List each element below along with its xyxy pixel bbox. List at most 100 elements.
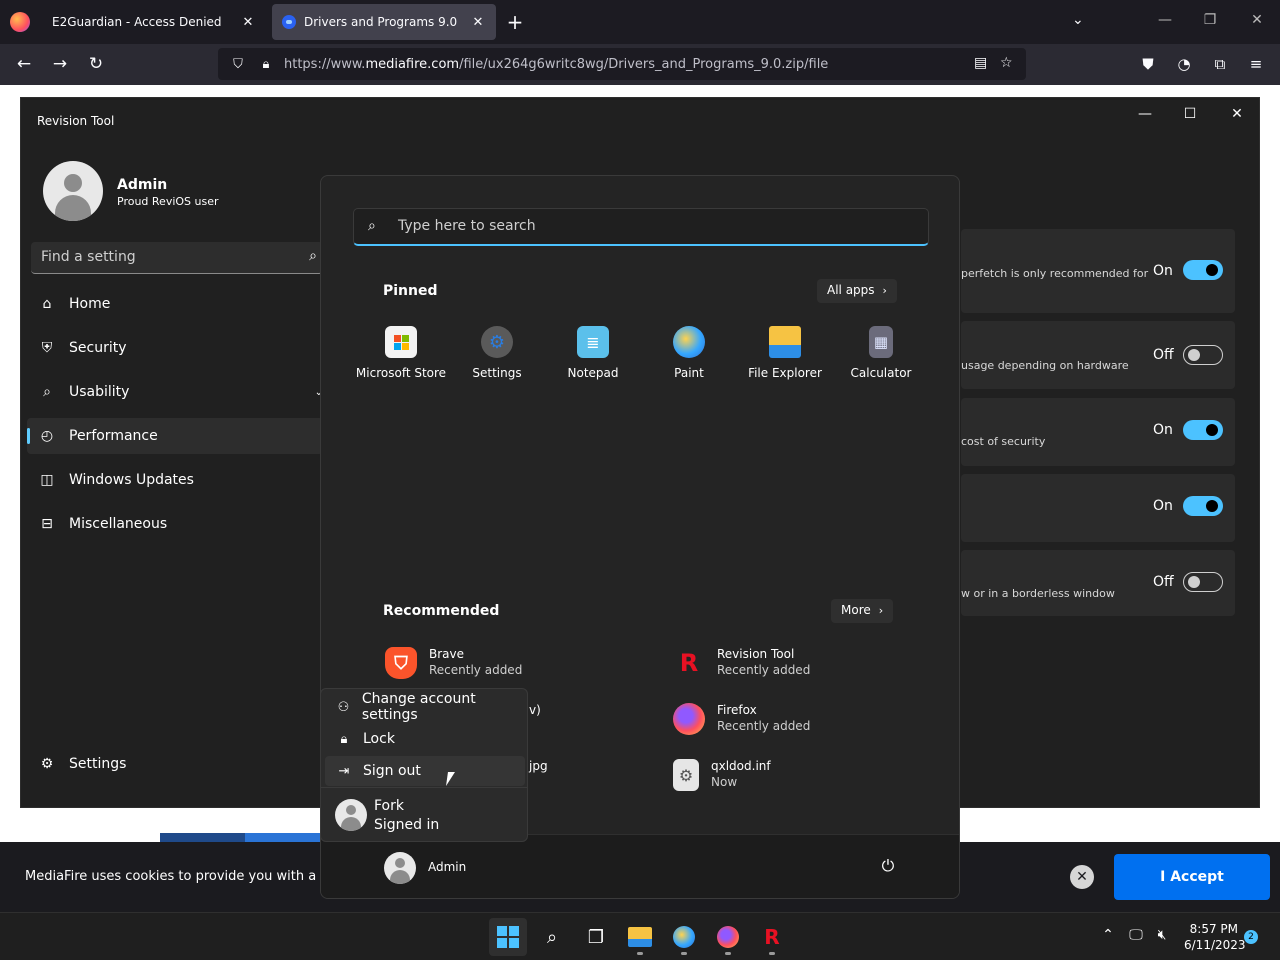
lock-item[interactable]: 🔒︎ Lock: [325, 724, 525, 754]
setting-card: w or in a borderless window Off: [961, 550, 1235, 616]
avatar[interactable]: [335, 799, 367, 831]
setting-toggle[interactable]: [1183, 260, 1223, 280]
minimize-icon[interactable]: —: [1155, 12, 1175, 28]
minimize-icon[interactable]: —: [1135, 106, 1155, 122]
nav-item-windows-updates[interactable]: ◫ Windows Updates: [27, 462, 323, 498]
list-all-tabs-chevron-icon[interactable]: ⌄: [1072, 12, 1084, 28]
pinned-app-microsoft-store[interactable]: Microsoft Store: [353, 326, 449, 380]
recommended-item-firefox[interactable]: Firefox Recently added: [673, 703, 810, 735]
recommended-item-qxldod[interactable]: ⚙ qxldod.inf Now: [673, 759, 771, 791]
pinned-app-notepad[interactable]: ≣ Notepad: [545, 326, 641, 380]
setting-toggle[interactable]: [1183, 420, 1223, 440]
setting-toggle[interactable]: [1183, 572, 1223, 592]
close-icon[interactable]: ✕: [1227, 106, 1247, 122]
start-button[interactable]: [489, 918, 527, 956]
toggle-state-label: On: [1153, 422, 1173, 438]
search-placeholder: Type here to search: [398, 218, 536, 234]
nav-item-home[interactable]: ⌂ Home: [27, 286, 323, 322]
cookie-text: MediaFire uses cookies to provide you wi…: [25, 869, 320, 884]
extensions-icon[interactable]: ⧉: [1210, 55, 1230, 73]
taskbar-revision-tool[interactable]: R: [753, 918, 791, 956]
nav-item-settings[interactable]: ⚙ Settings: [27, 746, 323, 782]
item-sub: Recently added: [429, 663, 523, 677]
start-search-input[interactable]: ⌕ Type here to search: [353, 208, 929, 246]
back-arrow-icon[interactable]: ←: [13, 54, 35, 74]
update-icon: ◫: [40, 472, 54, 488]
tab-drivers-and-programs[interactable]: Drivers and Programs 9.0 ✕: [272, 4, 496, 40]
tab-e2guardian[interactable]: E2Guardian - Access Denied ✕: [42, 4, 266, 40]
brave-icon: ⛉: [385, 647, 417, 679]
nav-item-security[interactable]: ⛨ Security: [27, 330, 323, 366]
item-name: v): [529, 703, 541, 717]
tracking-shield-icon[interactable]: ⛉: [228, 57, 248, 72]
close-icon[interactable]: ✕: [240, 15, 256, 30]
pinned-app-file-explorer[interactable]: File Explorer: [737, 326, 833, 380]
more-button[interactable]: More ›: [831, 599, 894, 623]
running-indicator: [769, 952, 775, 955]
menu-icon[interactable]: ≡: [1246, 55, 1266, 73]
nav-item-usability[interactable]: ⌕ Usability ⌄: [27, 374, 323, 410]
inf-file-icon: ⚙: [673, 759, 699, 791]
pinned-app-paint[interactable]: Paint: [641, 326, 737, 380]
recommended-item-partial[interactable]: jpg: [529, 759, 548, 773]
nav-item-performance[interactable]: ◴ Performance: [27, 418, 323, 454]
pocket-icon[interactable]: ⛊: [1138, 55, 1158, 73]
taskbar-paint[interactable]: [665, 918, 703, 956]
close-icon[interactable]: ✕: [470, 15, 486, 30]
setting-description: w or in a borderless window: [961, 587, 1115, 600]
all-apps-button[interactable]: All apps ›: [817, 279, 897, 303]
item-sub: Recently added: [717, 719, 811, 733]
pinned-app-calculator[interactable]: ▦ Calculator: [833, 326, 929, 380]
setting-toggle[interactable]: [1183, 496, 1223, 516]
new-tab-button[interactable]: +: [505, 10, 525, 34]
avatar: [43, 161, 103, 221]
folder-icon: [769, 326, 801, 358]
firefox-icon[interactable]: [10, 12, 30, 32]
toggle-state-label: Off: [1153, 574, 1174, 590]
item-sub: Now: [711, 775, 738, 789]
taskbar: ⌕ ❐ R ⌃ 🖵︎ 🔇︎ 8:57 PM 6/11/2023 2: [0, 912, 1280, 960]
accept-cookies-button[interactable]: I Accept: [1114, 854, 1270, 900]
sign-out-item[interactable]: ⇥ Sign out: [325, 756, 525, 786]
forward-arrow-icon[interactable]: →: [49, 54, 71, 74]
close-window-icon[interactable]: ✕: [1247, 12, 1267, 28]
account-icon[interactable]: ◔: [1174, 55, 1194, 73]
taskbar-firefox[interactable]: [709, 918, 747, 956]
account-user-name[interactable]: Fork: [374, 798, 404, 814]
taskbar-file-explorer[interactable]: [621, 918, 659, 956]
reader-view-icon[interactable]: ▤: [974, 55, 987, 71]
maximize-icon[interactable]: ☐: [1180, 106, 1200, 122]
show-hidden-icons-chevron-icon[interactable]: ⌃: [1098, 927, 1118, 943]
bookmark-star-icon[interactable]: ☆: [1000, 55, 1013, 71]
recommended-item-partial[interactable]: v): [529, 703, 541, 717]
clock[interactable]: 8:57 PM 6/11/2023: [1184, 921, 1246, 953]
nav-item-miscellaneous[interactable]: ⊟ Miscellaneous: [27, 506, 323, 542]
recommended-item-revision-tool[interactable]: R Revision Tool Recently added: [673, 647, 811, 679]
avatar[interactable]: [384, 852, 416, 884]
change-account-settings-item[interactable]: ⚇ Change account settings: [325, 691, 525, 723]
account-user-status: Signed in: [374, 817, 440, 833]
nav-item-label: Windows Updates: [69, 472, 194, 488]
search-icon[interactable]: ⌕: [309, 248, 317, 264]
chevron-right-icon: ›: [882, 284, 887, 297]
network-icon[interactable]: 🖵︎: [1126, 927, 1146, 943]
recommended-item-brave[interactable]: ⛉ Brave Recently added: [385, 647, 522, 679]
setting-toggle[interactable]: [1183, 345, 1223, 365]
notification-badge[interactable]: 2: [1244, 930, 1258, 944]
reload-icon[interactable]: ↻: [85, 54, 107, 74]
pinned-app-settings[interactable]: ⚙ Settings: [449, 326, 545, 380]
find-setting-input[interactable]: Find a setting ⌕: [31, 242, 323, 274]
taskbar-search-icon[interactable]: ⌕: [533, 918, 571, 956]
date: 6/11/2023: [1184, 938, 1246, 952]
app-label: Notepad: [567, 366, 619, 380]
volume-muted-icon[interactable]: 🔇︎: [1152, 927, 1172, 943]
task-view-icon[interactable]: ❐: [577, 918, 615, 956]
setting-description: usage depending on hardware: [961, 359, 1129, 372]
footer-user-name[interactable]: Admin: [428, 860, 466, 874]
cookie-close-icon[interactable]: ✕: [1070, 865, 1094, 889]
restore-icon[interactable]: ❐: [1200, 12, 1220, 28]
lock-icon[interactable]: 🔒︎: [256, 57, 276, 72]
url-bar[interactable]: ⛉ 🔒︎ https://www. mediafire.com/file/ux26…: [218, 48, 1026, 80]
window-title: Revision Tool: [37, 114, 115, 128]
power-icon[interactable]: ⏻: [877, 856, 899, 876]
